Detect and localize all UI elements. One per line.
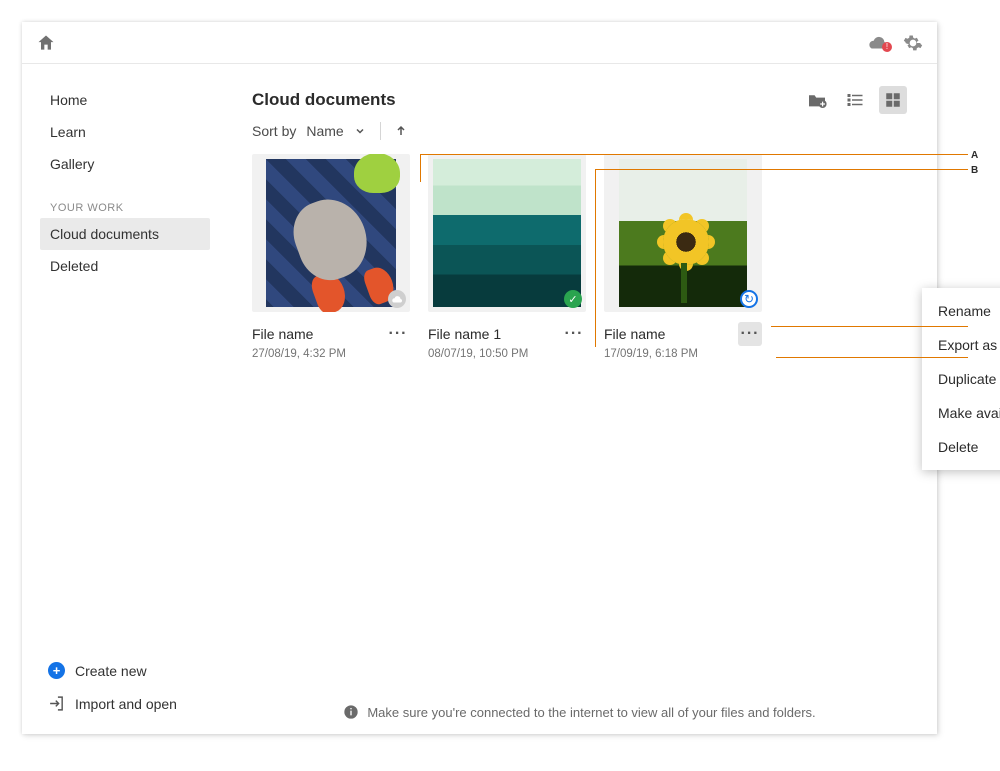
cloud-status-icon[interactable]: ! bbox=[867, 35, 889, 51]
app-frame: ! Home Learn Gallery YOUR WORK Cloud doc… bbox=[22, 22, 937, 734]
file-date: 17/09/19, 6:18 PM bbox=[604, 348, 762, 360]
sidebar: Home Learn Gallery YOUR WORK Cloud docum… bbox=[22, 64, 222, 734]
cloud-icon bbox=[388, 290, 406, 308]
file-card[interactable]: ↻ File name ··· 17/09/19, 6:18 PM bbox=[604, 154, 762, 360]
status-message: Make sure you're connected to the intern… bbox=[367, 705, 815, 720]
menu-item-duplicate[interactable]: Duplicate bbox=[922, 362, 1000, 396]
menu-item-offline[interactable]: Make available offline bbox=[922, 396, 1000, 430]
callout-line-b bbox=[595, 169, 968, 170]
main: Cloud documents Sort by Name bbox=[222, 64, 937, 734]
import-open-label: Import and open bbox=[75, 696, 177, 712]
sync-icon: ↻ bbox=[740, 290, 758, 308]
sort-value[interactable]: Name bbox=[306, 123, 343, 139]
file-name: File name 1 bbox=[428, 326, 501, 342]
callout-line-d bbox=[776, 357, 968, 358]
file-grid: File name ··· 27/08/19, 4:32 PM ✓ File n… bbox=[222, 154, 937, 360]
sidebar-item-home[interactable]: Home bbox=[40, 84, 210, 116]
callout-line-c bbox=[771, 326, 968, 327]
more-button[interactable]: ··· bbox=[562, 322, 586, 346]
callout-line-a-vert bbox=[420, 154, 421, 182]
file-card[interactable]: ✓ File name 1 ··· 08/07/19, 10:50 PM bbox=[428, 154, 586, 360]
sort-by-label: Sort by bbox=[252, 123, 296, 139]
file-date: 27/08/19, 4:32 PM bbox=[252, 348, 410, 360]
info-icon bbox=[343, 704, 359, 720]
sidebar-item-learn[interactable]: Learn bbox=[40, 116, 210, 148]
more-button[interactable]: ··· bbox=[386, 322, 410, 346]
view-controls bbox=[803, 86, 907, 114]
callout-label-a: A bbox=[971, 150, 978, 161]
callout-label-b: B bbox=[971, 165, 978, 176]
import-icon bbox=[48, 695, 65, 712]
context-menu: Rename Export as PSD Duplicate Make avai… bbox=[922, 288, 1000, 470]
sort-direction-icon[interactable] bbox=[395, 124, 407, 138]
more-button[interactable]: ··· bbox=[738, 322, 762, 346]
file-thumbnail: ↻ bbox=[604, 154, 762, 312]
new-folder-button[interactable] bbox=[803, 86, 831, 114]
sidebar-item-gallery[interactable]: Gallery bbox=[40, 148, 210, 180]
sidebar-section-your-work: YOUR WORK bbox=[40, 202, 210, 214]
main-header: Cloud documents bbox=[222, 64, 937, 116]
menu-item-delete[interactable]: Delete bbox=[922, 430, 1000, 464]
sidebar-item-cloud-documents[interactable]: Cloud documents bbox=[40, 218, 210, 250]
cloud-alert-badge: ! bbox=[882, 42, 892, 52]
create-new-label: Create new bbox=[75, 663, 147, 679]
file-name: File name bbox=[252, 326, 313, 342]
body: Home Learn Gallery YOUR WORK Cloud docum… bbox=[22, 64, 937, 734]
callout-line-b-vert bbox=[595, 169, 596, 347]
file-card[interactable]: File name ··· 27/08/19, 4:32 PM bbox=[252, 154, 410, 360]
file-name: File name bbox=[604, 326, 665, 342]
file-date: 08/07/19, 10:50 PM bbox=[428, 348, 586, 360]
callout-line-a bbox=[420, 154, 968, 155]
chevron-down-icon[interactable] bbox=[354, 125, 366, 137]
status-strip: Make sure you're connected to the intern… bbox=[222, 690, 937, 734]
settings-icon[interactable] bbox=[903, 33, 923, 53]
grid-view-button[interactable] bbox=[879, 86, 907, 114]
create-new-button[interactable]: + Create new bbox=[40, 654, 210, 687]
sort-row: Sort by Name bbox=[222, 116, 937, 154]
file-thumbnail: ✓ bbox=[428, 154, 586, 312]
sort-divider bbox=[380, 122, 381, 140]
list-view-button[interactable] bbox=[841, 86, 869, 114]
import-open-button[interactable]: Import and open bbox=[40, 687, 210, 720]
plus-icon: + bbox=[48, 662, 65, 679]
sidebar-item-deleted[interactable]: Deleted bbox=[40, 250, 210, 282]
menu-item-rename[interactable]: Rename bbox=[922, 294, 1000, 328]
file-thumbnail bbox=[252, 154, 410, 312]
page-title: Cloud documents bbox=[252, 90, 396, 110]
home-icon[interactable] bbox=[36, 33, 56, 53]
topbar: ! bbox=[22, 22, 937, 64]
check-icon: ✓ bbox=[564, 290, 582, 308]
